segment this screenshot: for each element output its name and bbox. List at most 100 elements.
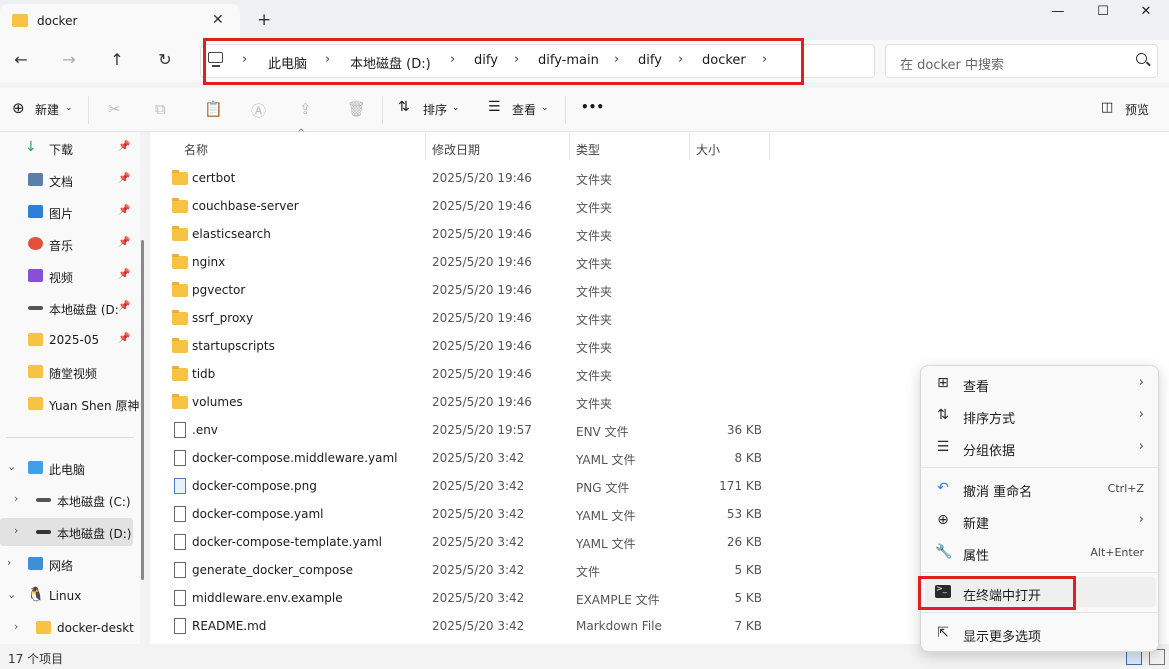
file-date: 2025/5/20 3:42	[432, 507, 525, 521]
sidebar-item-downloads[interactable]: ↓ 下载 📌	[0, 134, 135, 162]
table-row[interactable]: docker-compose.png 2025/5/20 3:42 PNG 文件 17…	[150, 472, 770, 500]
sidebar-item-videos[interactable]: 视频 📌	[0, 262, 135, 290]
refresh-button[interactable]: ↻	[153, 50, 177, 72]
sort-icon[interactable]: ⇅	[398, 99, 410, 115]
sort-button[interactable]: 排序	[423, 101, 447, 118]
folder-icon	[172, 170, 188, 185]
table-row[interactable]: certbot 2025/5/20 19:46 文件夹	[150, 164, 770, 192]
minimize-button[interactable]: —	[1035, 4, 1081, 24]
preview-pane-icon[interactable]: ◫	[1101, 100, 1113, 115]
column-divider[interactable]	[689, 134, 690, 160]
chevron-down-icon[interactable]: ⌄	[7, 460, 16, 473]
add-icon[interactable]: ⊕	[12, 99, 25, 117]
tree-item-linux[interactable]: ⌄ 🐧 Linux	[0, 582, 135, 610]
table-row[interactable]: generate_docker_compose 2025/5/20 3:42 文件 5…	[150, 556, 770, 584]
tab-docker[interactable]: docker ✕	[0, 4, 240, 40]
menu-item-new[interactable]: ⊕ 新建 ›	[925, 505, 1156, 535]
chevron-right-icon[interactable]: ›	[14, 492, 18, 505]
view-button[interactable]: 查看	[512, 101, 536, 118]
more-options-button[interactable]: •••	[581, 100, 604, 114]
pin-icon[interactable]: 📌	[118, 141, 130, 152]
share-icon[interactable]: ⇪	[299, 100, 312, 118]
chevron-down-icon[interactable]: ⌄	[65, 103, 73, 113]
table-row[interactable]: tidb 2025/5/20 19:46 文件夹	[150, 360, 770, 388]
sidebar-item-yuan-shen[interactable]: Yuan Shen 原神	[0, 390, 139, 418]
pin-icon[interactable]: 📌	[118, 237, 130, 248]
forward-button[interactable]: →	[57, 50, 81, 72]
close-tab-icon[interactable]: ✕	[212, 12, 224, 28]
table-row[interactable]: startupscripts 2025/5/20 19:46 文件夹	[150, 332, 770, 360]
table-row[interactable]: docker-compose.middleware.yaml 2025/5/20 …	[150, 444, 770, 472]
view-icon[interactable]: ☰	[488, 99, 501, 115]
file-date: 2025/5/20 19:46	[432, 367, 532, 381]
column-divider[interactable]	[569, 134, 570, 160]
chevron-down-icon[interactable]: ⌄	[452, 103, 460, 113]
tree-item-this-pc[interactable]: ⌄ 此电脑	[0, 454, 135, 482]
table-row[interactable]: ssrf_proxy 2025/5/20 19:46 文件夹	[150, 304, 770, 332]
menu-item-label: 分组依据	[963, 444, 1016, 459]
back-button[interactable]: ←	[9, 50, 33, 72]
sidebar-scrollbar[interactable]	[141, 240, 144, 580]
table-row[interactable]: couchbase-server 2025/5/20 19:46 文件夹	[150, 192, 770, 220]
sidebar-item-music[interactable]: 音乐 📌	[0, 230, 135, 258]
preview-button[interactable]: 预览	[1125, 101, 1149, 118]
file-name: docker-compose.png	[192, 479, 317, 493]
sidebar-item-drive-d[interactable]: 本地磁盘 (D: 📌	[0, 294, 135, 322]
cut-icon[interactable]: ✂	[108, 100, 121, 118]
table-row[interactable]: elasticsearch 2025/5/20 19:46 文件夹	[150, 220, 770, 248]
pin-icon[interactable]: 📌	[118, 173, 130, 184]
new-button[interactable]: 新建	[35, 101, 59, 118]
chevron-right-icon[interactable]: ›	[14, 524, 18, 537]
item-count: 17 个项目	[8, 652, 64, 666]
table-row[interactable]: nginx 2025/5/20 19:46 文件夹	[150, 248, 770, 276]
table-row[interactable]: docker-compose.yaml 2025/5/20 3:42 YAML 文件…	[150, 500, 770, 528]
pin-icon[interactable]: 📌	[118, 301, 130, 312]
rename-icon[interactable]: Ⓐ	[251, 100, 266, 121]
sidebar-item-2025-05[interactable]: 2025-05 📌	[0, 326, 135, 354]
table-row[interactable]: docker-compose-template.yaml 2025/5/20 3:…	[150, 528, 770, 556]
paste-icon[interactable]: 📋	[204, 100, 223, 118]
table-row[interactable]: middleware.env.example 2025/5/20 3:42 EXAM…	[150, 584, 770, 612]
table-row[interactable]: .env 2025/5/20 19:57 ENV 文件 36 KB	[150, 416, 770, 444]
menu-item-view[interactable]: ⊞ 查看 ›	[925, 368, 1156, 398]
sidebar-item-pictures[interactable]: 图片 📌	[0, 198, 135, 226]
column-header-name[interactable]: 名称	[184, 141, 208, 158]
chevron-down-icon[interactable]: ⌄	[541, 103, 549, 113]
sidebar-item-class-videos[interactable]: 随堂视频	[0, 358, 135, 386]
pin-icon[interactable]: 📌	[118, 269, 130, 280]
tree-item-drive-d[interactable]: › 本地磁盘 (D:)	[0, 518, 133, 546]
column-header-type[interactable]: 类型	[576, 141, 600, 158]
menu-item-properties[interactable]: 🔧 属性 Alt+Enter	[925, 537, 1156, 567]
table-row[interactable]: pgvector 2025/5/20 19:46 文件夹	[150, 276, 770, 304]
copy-icon[interactable]: ⧉	[155, 100, 166, 118]
menu-item-sort-by[interactable]: ⇅ 排序方式 ›	[925, 400, 1156, 430]
pin-icon[interactable]: 📌	[118, 333, 130, 344]
column-divider[interactable]	[769, 134, 770, 160]
chevron-right-icon[interactable]: ›	[14, 620, 18, 633]
column-header-date[interactable]: 修改日期	[432, 141, 480, 158]
chevron-right-icon[interactable]: ›	[7, 556, 11, 569]
delete-icon[interactable]: 🗑	[347, 100, 366, 118]
tree-item-docker-desktop[interactable]: › docker-deskt	[0, 614, 135, 642]
table-row[interactable]: volumes 2025/5/20 19:46 文件夹	[150, 388, 770, 416]
column-divider[interactable]	[425, 134, 426, 160]
menu-item-show-more-options[interactable]: ⇱ 显示更多选项	[925, 618, 1156, 648]
new-tab-button[interactable]: +	[257, 10, 271, 30]
maximize-button[interactable]: ☐	[1080, 4, 1126, 24]
menu-item-undo-rename[interactable]: ↶ 撤消 重命名 Ctrl+Z	[925, 473, 1156, 503]
table-row[interactable]: README.md 2025/5/20 3:42 Markdown File 7 KB	[150, 612, 770, 640]
column-header-size[interactable]: 大小	[696, 141, 720, 158]
file-icon	[174, 618, 186, 634]
menu-separator	[921, 467, 1158, 468]
grid-icon: ⊞	[937, 375, 949, 391]
chevron-down-icon[interactable]: ⌄	[7, 588, 16, 601]
tree-item-network[interactable]: › 网络	[0, 550, 135, 578]
tree-item-drive-c[interactable]: › 本地磁盘 (C:)	[0, 486, 135, 514]
search-icon[interactable]	[1136, 53, 1147, 64]
menu-item-group-by[interactable]: ☰ 分组依据 ›	[925, 432, 1156, 462]
sidebar-item-documents[interactable]: 文档 📌	[0, 166, 135, 194]
search-box[interactable]: 在 docker 中搜索	[885, 44, 1158, 78]
up-button[interactable]: ↑	[105, 50, 129, 72]
pin-icon[interactable]: 📌	[118, 205, 130, 216]
close-window-button[interactable]: ✕	[1123, 4, 1169, 24]
